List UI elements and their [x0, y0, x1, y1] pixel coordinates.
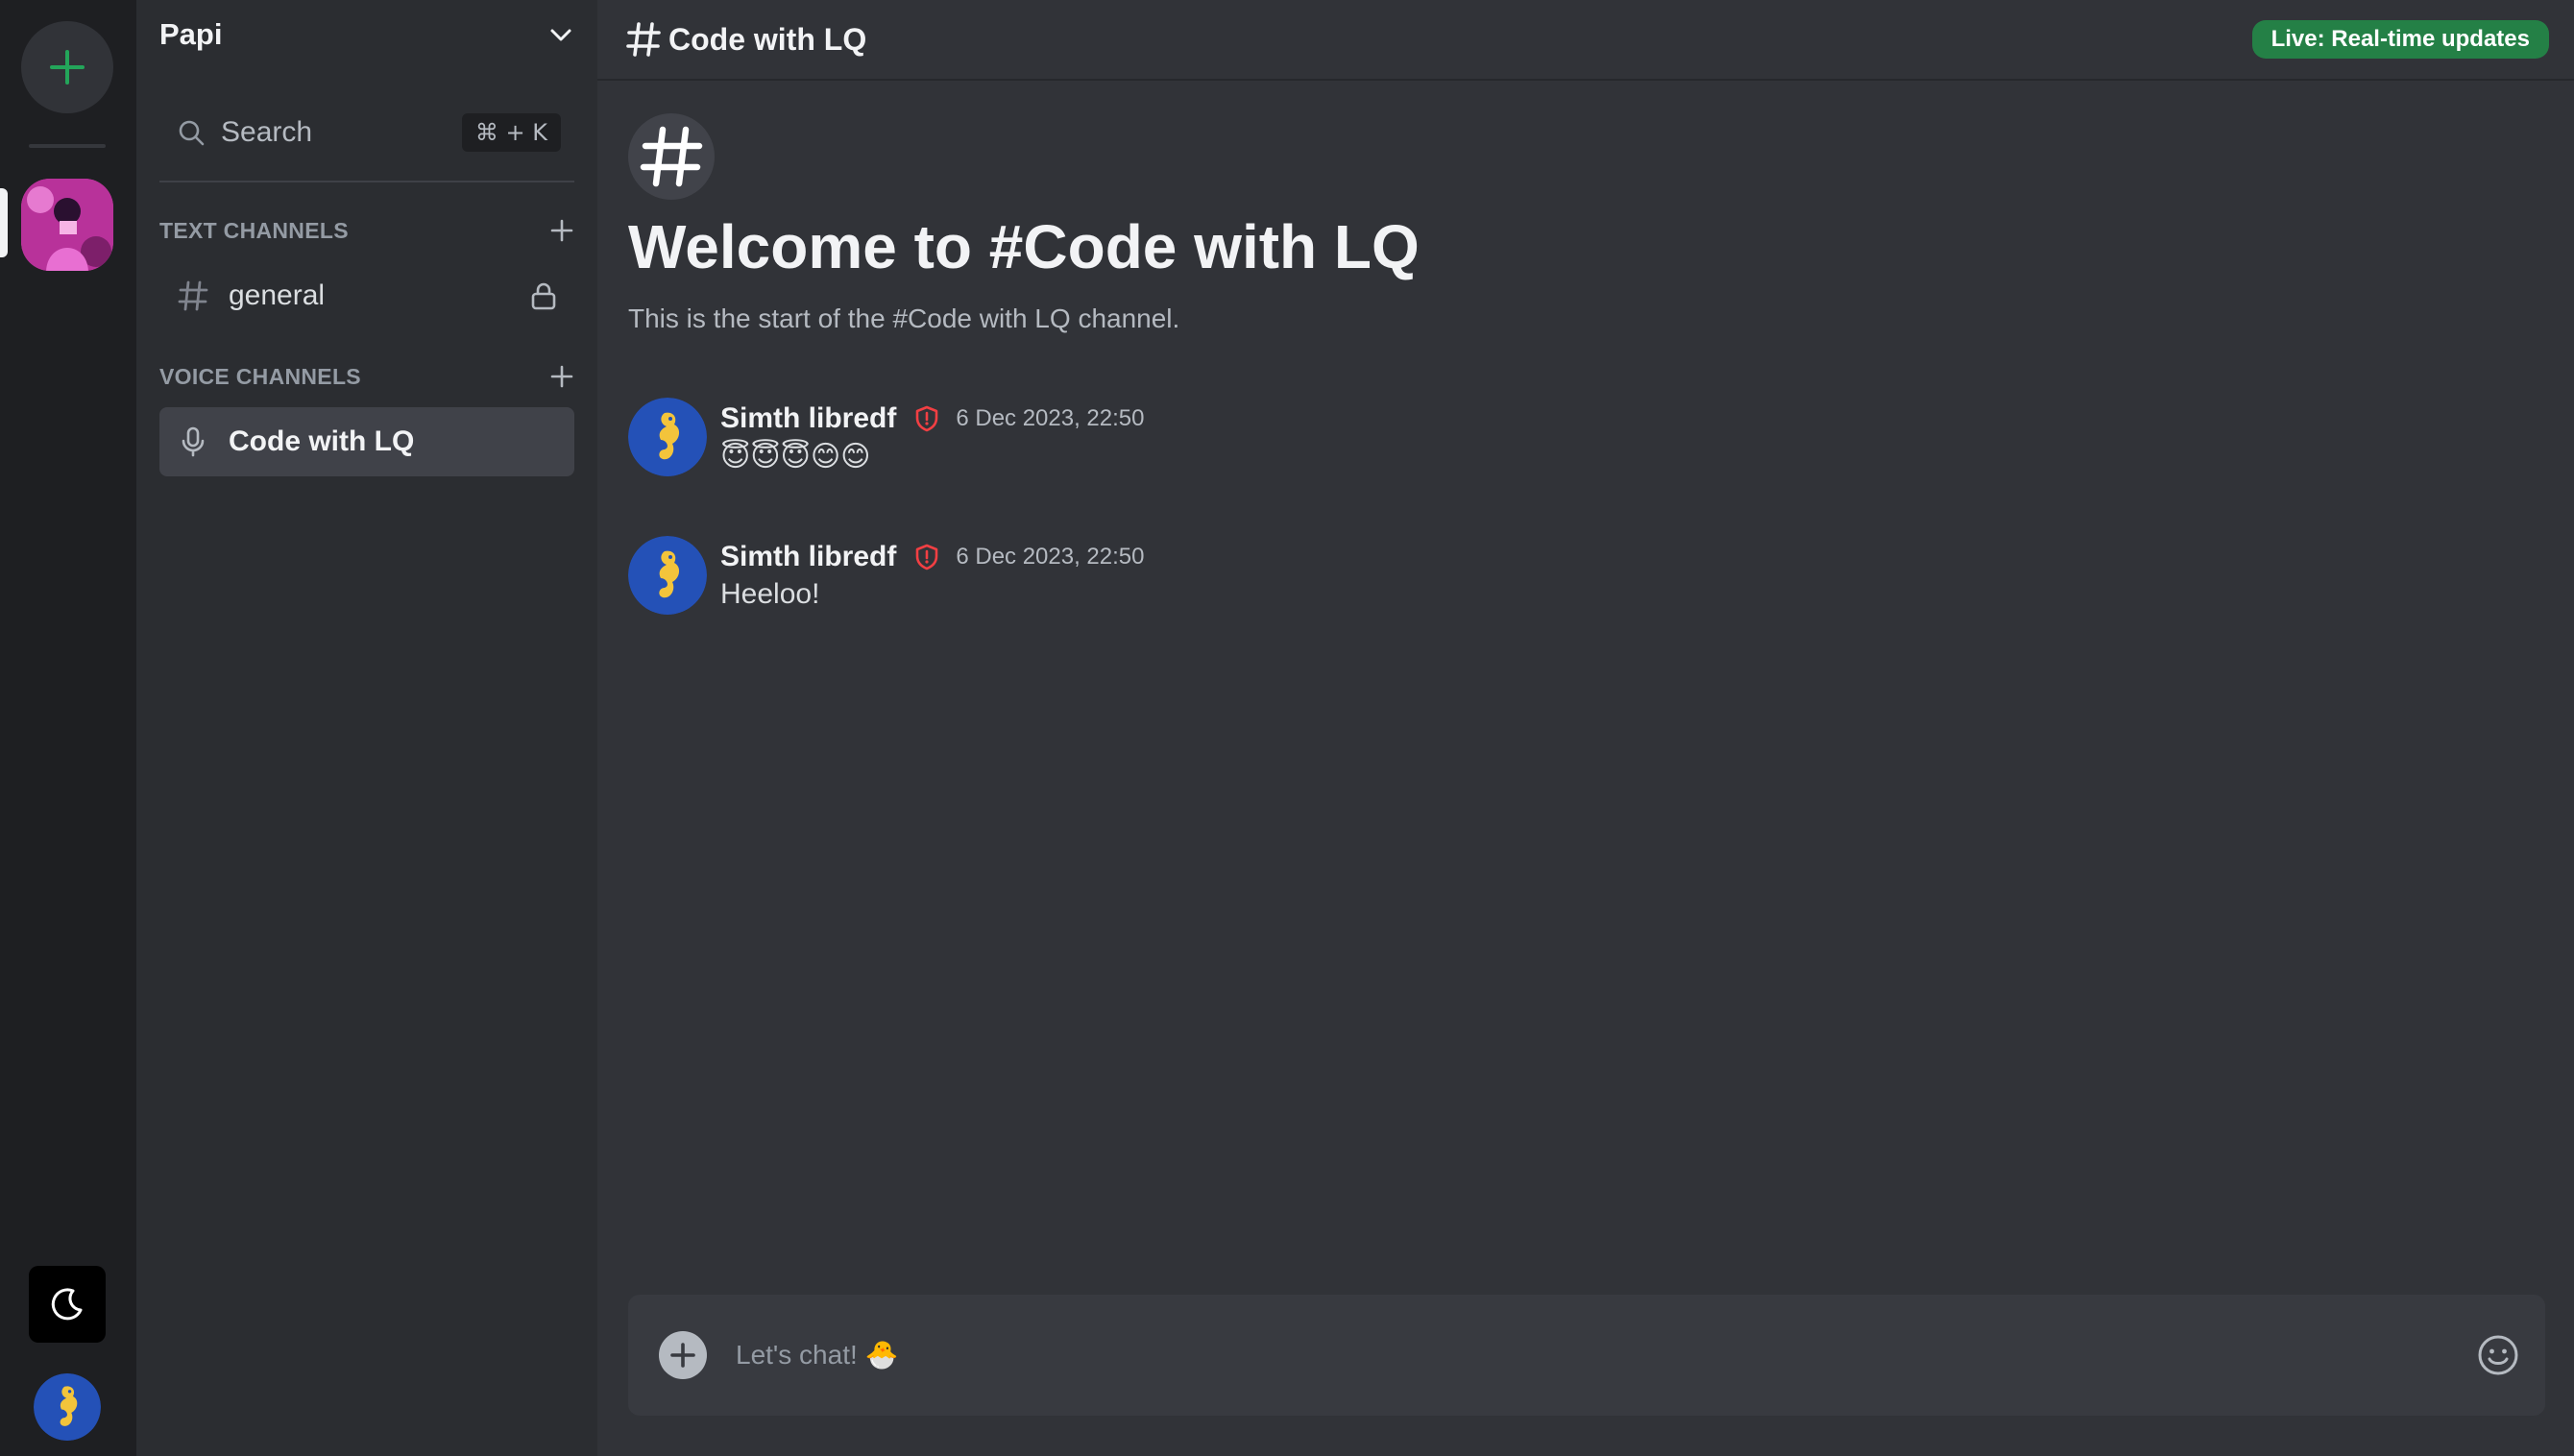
category-label-voice: VOICE CHANNELS [159, 363, 361, 389]
server-icon-papi[interactable] [21, 179, 113, 271]
channel-title: Code with LQ [668, 21, 867, 57]
message-item: Simth libredf 6 Dec 2023, 22:50 Heeloo! [628, 536, 2530, 622]
seahorse-avatar-image [628, 398, 707, 476]
category-label-text: TEXT CHANNELS [159, 217, 349, 243]
channel-item-code-with-lq[interactable]: Code with LQ [159, 407, 574, 476]
welcome-title: Welcome to #Code with LQ [628, 212, 1420, 281]
message-item: Simth libredf 6 Dec 2023, 22:50 😇😇😇😊😊 [628, 398, 2530, 484]
channel-topbar: Code with LQ Live: Real-time updates [597, 0, 2574, 81]
channel-name: Code with LQ [229, 425, 415, 457]
seahorse-avatar-image [628, 536, 707, 615]
message-content: 😇😇😇😊😊 [720, 440, 871, 473]
user-avatar[interactable] [34, 1373, 101, 1441]
microphone-icon [182, 426, 205, 457]
theme-toggle-button[interactable] [29, 1266, 106, 1343]
server-name: Papi [159, 17, 223, 51]
message-content: Heeloo! [720, 578, 820, 610]
avatar[interactable] [628, 398, 707, 476]
message-header: Simth libredf 6 Dec 2023, 22:50 [720, 400, 1145, 438]
add-voice-channel-icon[interactable] [549, 364, 574, 389]
channel-sidebar: Papi Search ⌘ + K TEXT CHANNELS general … [136, 0, 597, 1456]
smiley-icon [2478, 1335, 2518, 1375]
message-author[interactable]: Simth libredf [720, 541, 896, 573]
text-channels-category: TEXT CHANNELS [159, 211, 574, 250]
search-shortcut: ⌘ + K [461, 113, 561, 152]
server-rail [0, 0, 136, 1456]
message-timestamp: 6 Dec 2023, 22:50 [956, 405, 1145, 431]
moon-icon [51, 1288, 83, 1321]
message-composer [628, 1295, 2545, 1416]
moderator-badge [913, 543, 940, 571]
server-avatar-image [21, 179, 113, 271]
rail-divider [29, 144, 106, 148]
channel-item-general[interactable]: general [159, 261, 574, 330]
welcome-subtitle: This is the start of the #Code with LQ c… [628, 303, 1180, 333]
message-input[interactable] [736, 1340, 2476, 1371]
lock-icon [531, 282, 556, 310]
seahorse-avatar-image [34, 1373, 101, 1441]
selected-server-indicator [0, 188, 8, 257]
message-author[interactable]: Simth libredf [720, 402, 896, 435]
welcome-hash-icon [628, 113, 715, 200]
live-status-badge: Live: Real-time updates [2251, 20, 2549, 59]
avatar[interactable] [628, 536, 707, 615]
app-window: Papi Search ⌘ + K TEXT CHANNELS general … [0, 0, 2574, 1456]
chat-main: Code with LQ Live: Real-time updates Wel… [597, 0, 2574, 1456]
plus-icon [50, 50, 85, 85]
add-text-channel-icon[interactable] [549, 218, 574, 243]
emoji-picker-button[interactable] [2476, 1333, 2520, 1377]
hash-icon [626, 22, 661, 57]
search-label: Search [221, 116, 313, 148]
shield-icon [916, 544, 938, 570]
search-icon [179, 120, 205, 146]
search-button[interactable]: Search ⌘ + K [159, 106, 574, 159]
moderator-badge [913, 404, 940, 433]
message-timestamp: 6 Dec 2023, 22:50 [956, 544, 1145, 570]
attach-button[interactable] [659, 1331, 707, 1379]
hash-icon [178, 280, 208, 311]
channel-name: general [229, 279, 326, 311]
shield-icon [916, 405, 938, 432]
server-header[interactable]: Papi [136, 0, 597, 69]
chevron-down-icon[interactable] [547, 21, 574, 48]
voice-channels-category: VOICE CHANNELS [159, 357, 574, 396]
hash-icon [640, 126, 703, 187]
plus-circle-icon [670, 1343, 695, 1368]
add-server-button[interactable] [21, 21, 113, 113]
message-header: Simth libredf 6 Dec 2023, 22:50 [720, 538, 1145, 576]
sidebar-divider [159, 181, 574, 182]
